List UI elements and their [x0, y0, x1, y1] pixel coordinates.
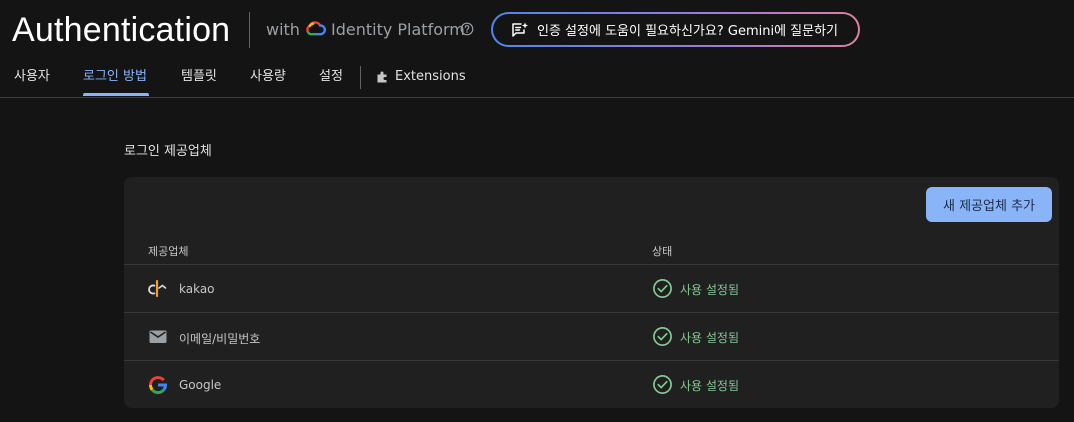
tab-sign-in-method[interactable]: 로그인 방법 — [83, 68, 147, 86]
ask-gemini-button[interactable]: 인증 설정에 도움이 필요하신가요? Gemini에 질문하기 — [491, 12, 860, 47]
sign-in-providers-title: 로그인 제공업체 — [124, 144, 212, 159]
active-tab-indicator — [83, 93, 149, 96]
check-circle-icon — [653, 279, 672, 298]
provider-name: Google — [179, 378, 222, 392]
column-header-provider: 제공업체 — [148, 245, 189, 258]
providers-card: 새 제공업체 추가 제공업체 상태 kakao 사용 설정됨 이메일/비밀번호 … — [124, 177, 1059, 408]
tab-extensions[interactable]: Extensions — [395, 68, 466, 86]
column-header-status: 상태 — [652, 245, 673, 258]
provider-status: 사용 설정됨 — [680, 379, 740, 393]
provider-name: 이메일/비밀번호 — [179, 332, 261, 346]
provider-status: 사용 설정됨 — [680, 283, 740, 297]
page-title: Authentication — [12, 11, 231, 49]
tab-bar: 사용자 로그인 방법 템플릿 사용량 설정 Extensions — [0, 62, 1074, 98]
check-circle-icon — [653, 327, 672, 346]
tab-users[interactable]: 사용자 — [14, 68, 50, 86]
tab-settings[interactable]: 설정 — [319, 68, 343, 86]
tab-usage[interactable]: 사용량 — [250, 68, 286, 86]
provider-row-email[interactable]: 이메일/비밀번호 사용 설정됨 — [124, 312, 1059, 360]
mail-icon — [149, 330, 167, 343]
google-icon — [148, 376, 168, 395]
page-header: Authentication with Identity Platform 인증… — [0, 0, 1074, 60]
provider-status: 사용 설정됨 — [680, 331, 740, 345]
provider-name: kakao — [179, 282, 215, 296]
with-label: with — [266, 20, 300, 39]
add-provider-button[interactable]: 새 제공업체 추가 — [926, 187, 1052, 222]
extensions-icon — [377, 71, 387, 83]
identity-platform-label: Identity Platform — [331, 20, 465, 39]
google-cloud-icon — [306, 21, 326, 36]
title-divider — [249, 12, 250, 48]
help-icon[interactable] — [460, 22, 474, 36]
kakao-icon — [148, 279, 167, 298]
check-circle-icon — [653, 375, 672, 394]
ask-gemini-label: 인증 설정에 도움이 필요하신가요? Gemini에 질문하기 — [537, 24, 838, 39]
gemini-chat-icon — [512, 22, 528, 37]
tab-templates[interactable]: 템플릿 — [181, 68, 217, 86]
provider-row-google[interactable]: Google 사용 설정됨 — [124, 360, 1059, 408]
tab-divider — [360, 66, 361, 89]
provider-row-kakao[interactable]: kakao 사용 설정됨 — [124, 264, 1059, 312]
